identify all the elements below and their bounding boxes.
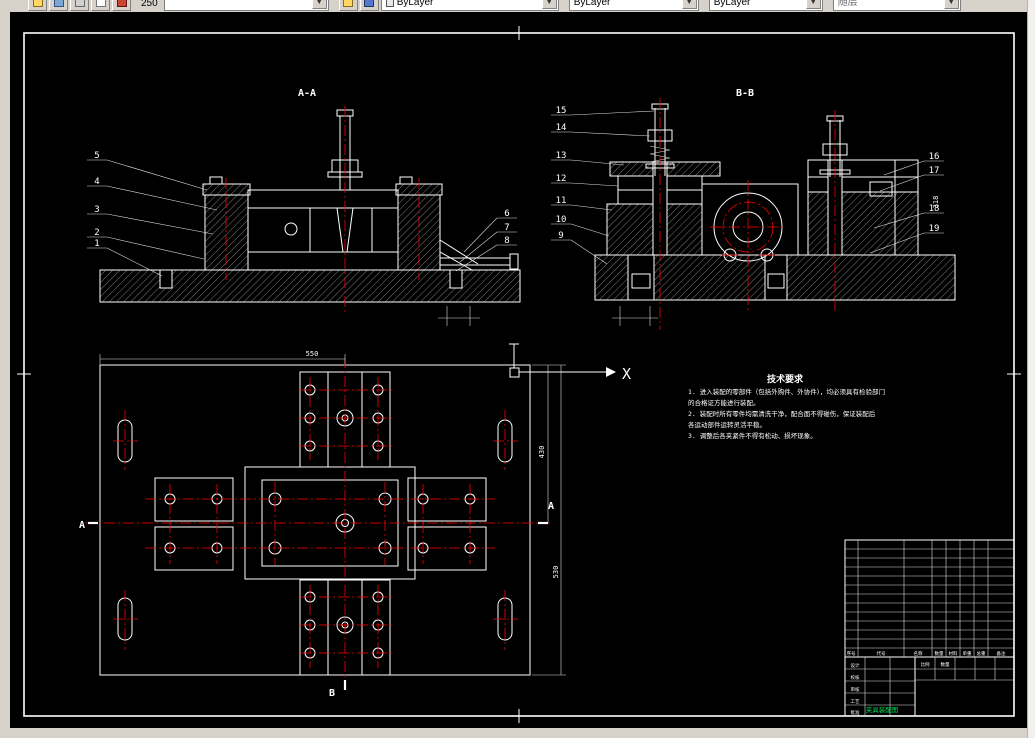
plotstyle-combo-arrow-icon[interactable]: ▼ xyxy=(943,0,959,9)
open-icon[interactable] xyxy=(28,0,47,11)
balloon: 1 xyxy=(94,239,99,249)
balloon: 19 xyxy=(929,224,940,234)
sign-label: 设计 xyxy=(851,662,860,669)
sign-label: 校核 xyxy=(851,674,860,681)
color-swatch-icon xyxy=(385,0,394,7)
top-toolbar: 250 ▼ ByLayer ▼ ByLayer ▼ ByLayer ▼ 随层 ▼ xyxy=(0,0,1027,12)
balloon: 16 xyxy=(929,152,940,162)
mark-icon xyxy=(116,0,127,7)
sign-label: 审核 xyxy=(851,686,860,693)
doc-name: 夹具装配图 xyxy=(866,705,899,714)
color-combo[interactable]: ByLayer ▼ xyxy=(380,0,559,11)
plan-dim-right-inner: 430 xyxy=(538,446,546,459)
tech-line: 各运动部件运转灵活平稳。 xyxy=(688,420,766,429)
qty-label: 数量 xyxy=(941,661,950,668)
layer-previous-icon[interactable] xyxy=(359,0,379,11)
section-mark-a-left: A xyxy=(79,520,85,531)
undo-icon[interactable] xyxy=(91,0,110,11)
linetype-combo-arrow-icon[interactable]: ▼ xyxy=(681,0,697,9)
balloon: 10 xyxy=(556,215,567,225)
section-a-balloons: 5 4 3 2 1 6 7 8 xyxy=(87,151,517,277)
lineweight-combo-value: ByLayer xyxy=(713,0,751,8)
section-view-a: A-A xyxy=(99,88,521,326)
layer-state-icon xyxy=(364,0,375,7)
disk-icon xyxy=(53,0,64,7)
balloon: 4 xyxy=(94,177,99,187)
balloon: 2 xyxy=(94,228,99,238)
tech-line: 2. 装配时所有零件均需清洗干净，配合面不得碰伤，保证装配后 xyxy=(688,409,876,418)
tech-line: 1. 进入装配的零部件（包括外购件、外协件），均必须具有检验部门 xyxy=(688,387,885,396)
scale-label: 比例 xyxy=(921,661,930,668)
balloon: 6 xyxy=(504,209,509,219)
toolbar-row: 250 ▼ ByLayer ▼ ByLayer ▼ ByLayer ▼ 随层 ▼ xyxy=(28,0,971,11)
plot-icon[interactable] xyxy=(70,0,89,11)
balloon: 14 xyxy=(556,123,567,133)
layers-icon xyxy=(343,0,354,7)
parts-col-header: 备注 xyxy=(997,650,1006,657)
axis-arrowhead-icon xyxy=(606,367,616,377)
view-b-title: B-B xyxy=(736,88,754,99)
parts-col-header: 代号 xyxy=(877,650,886,657)
balloon: 5 xyxy=(94,151,99,161)
axis-x-label: X xyxy=(622,365,631,383)
layer-combo[interactable]: ▼ xyxy=(163,0,329,11)
plan-view: 550 430 530 A A B xyxy=(79,350,566,699)
balloon: 9 xyxy=(558,231,563,241)
save-icon[interactable] xyxy=(49,0,68,11)
tech-line: 的合格证方能进行装配。 xyxy=(688,398,760,407)
plan-dim-right-outer: 530 xyxy=(552,566,560,579)
color-combo-arrow-icon[interactable]: ▼ xyxy=(541,0,557,9)
view-a-title: A-A xyxy=(298,88,316,99)
parts-col-header: 数量 xyxy=(935,650,944,657)
plan-dim-top: 550 xyxy=(306,350,319,358)
redo-icon[interactable] xyxy=(112,0,131,11)
parts-col-header: 材料 xyxy=(949,650,958,657)
balloon: 13 xyxy=(556,151,567,161)
sign-label: 批准 xyxy=(851,709,860,716)
parts-col-header: 序号 xyxy=(847,650,856,657)
layer-combo-arrow-icon[interactable]: ▼ xyxy=(311,0,327,9)
page-icon xyxy=(95,0,106,7)
balloon: 18 xyxy=(929,204,940,214)
balloon: 7 xyxy=(504,223,509,233)
folder-icon xyxy=(32,0,43,7)
cad-drawing: A-A 5 4 3 2 1 6 7 8 B-B 318 15 14 13 12 … xyxy=(17,26,1021,723)
color-combo-value: ByLayer xyxy=(396,0,434,8)
title-block: 序号 代号 名称 数量 材料 单重 总重 备注 设计 校核 审核 工艺 批准 比… xyxy=(844,539,1015,717)
axis-indicator: X xyxy=(509,343,631,383)
printer-icon xyxy=(74,0,85,7)
balloon: 17 xyxy=(929,166,940,176)
section-mark-b-bottom: B xyxy=(329,688,335,699)
balloon: 11 xyxy=(556,196,567,206)
tech-requirements: 技术要求 1. 进入装配的零部件（包括外购件、外协件），均必须具有检验部门 的合… xyxy=(688,373,885,440)
plotstyle-combo[interactable]: 随层 ▼ xyxy=(832,0,961,11)
lineweight-combo[interactable]: ByLayer ▼ xyxy=(708,0,823,11)
balloon: 15 xyxy=(556,106,567,116)
parts-col-header: 总重 xyxy=(977,650,986,657)
tech-line: 3. 调整后各夹紧件不得有松动、损坏现象。 xyxy=(688,431,817,440)
parts-col-header: 单重 xyxy=(963,650,972,657)
lineweight-combo-arrow-icon[interactable]: ▼ xyxy=(805,0,821,9)
right-scrollbar[interactable] xyxy=(1027,0,1035,738)
linetype-combo[interactable]: ByLayer ▼ xyxy=(568,0,699,11)
sign-label: 工艺 xyxy=(851,699,860,705)
linetype-combo-value: ByLayer xyxy=(573,0,611,8)
section-mark-a-right: A xyxy=(548,501,554,512)
status-strip xyxy=(0,728,1027,738)
zoom-scale-value: 250 xyxy=(141,0,158,9)
parts-col-header: 名称 xyxy=(914,650,923,657)
balloon: 3 xyxy=(94,205,99,215)
balloon: 8 xyxy=(504,236,509,246)
plotstyle-combo-value: 随层 xyxy=(837,0,858,8)
balloon: 12 xyxy=(556,174,567,184)
make-layer-current-icon[interactable] xyxy=(338,0,358,11)
drawing-canvas[interactable]: A-A 5 4 3 2 1 6 7 8 B-B 318 15 14 13 12 … xyxy=(10,12,1027,728)
section-view-b: B-B 318 xyxy=(594,88,956,330)
tech-requirements-title: 技术要求 xyxy=(767,373,804,385)
